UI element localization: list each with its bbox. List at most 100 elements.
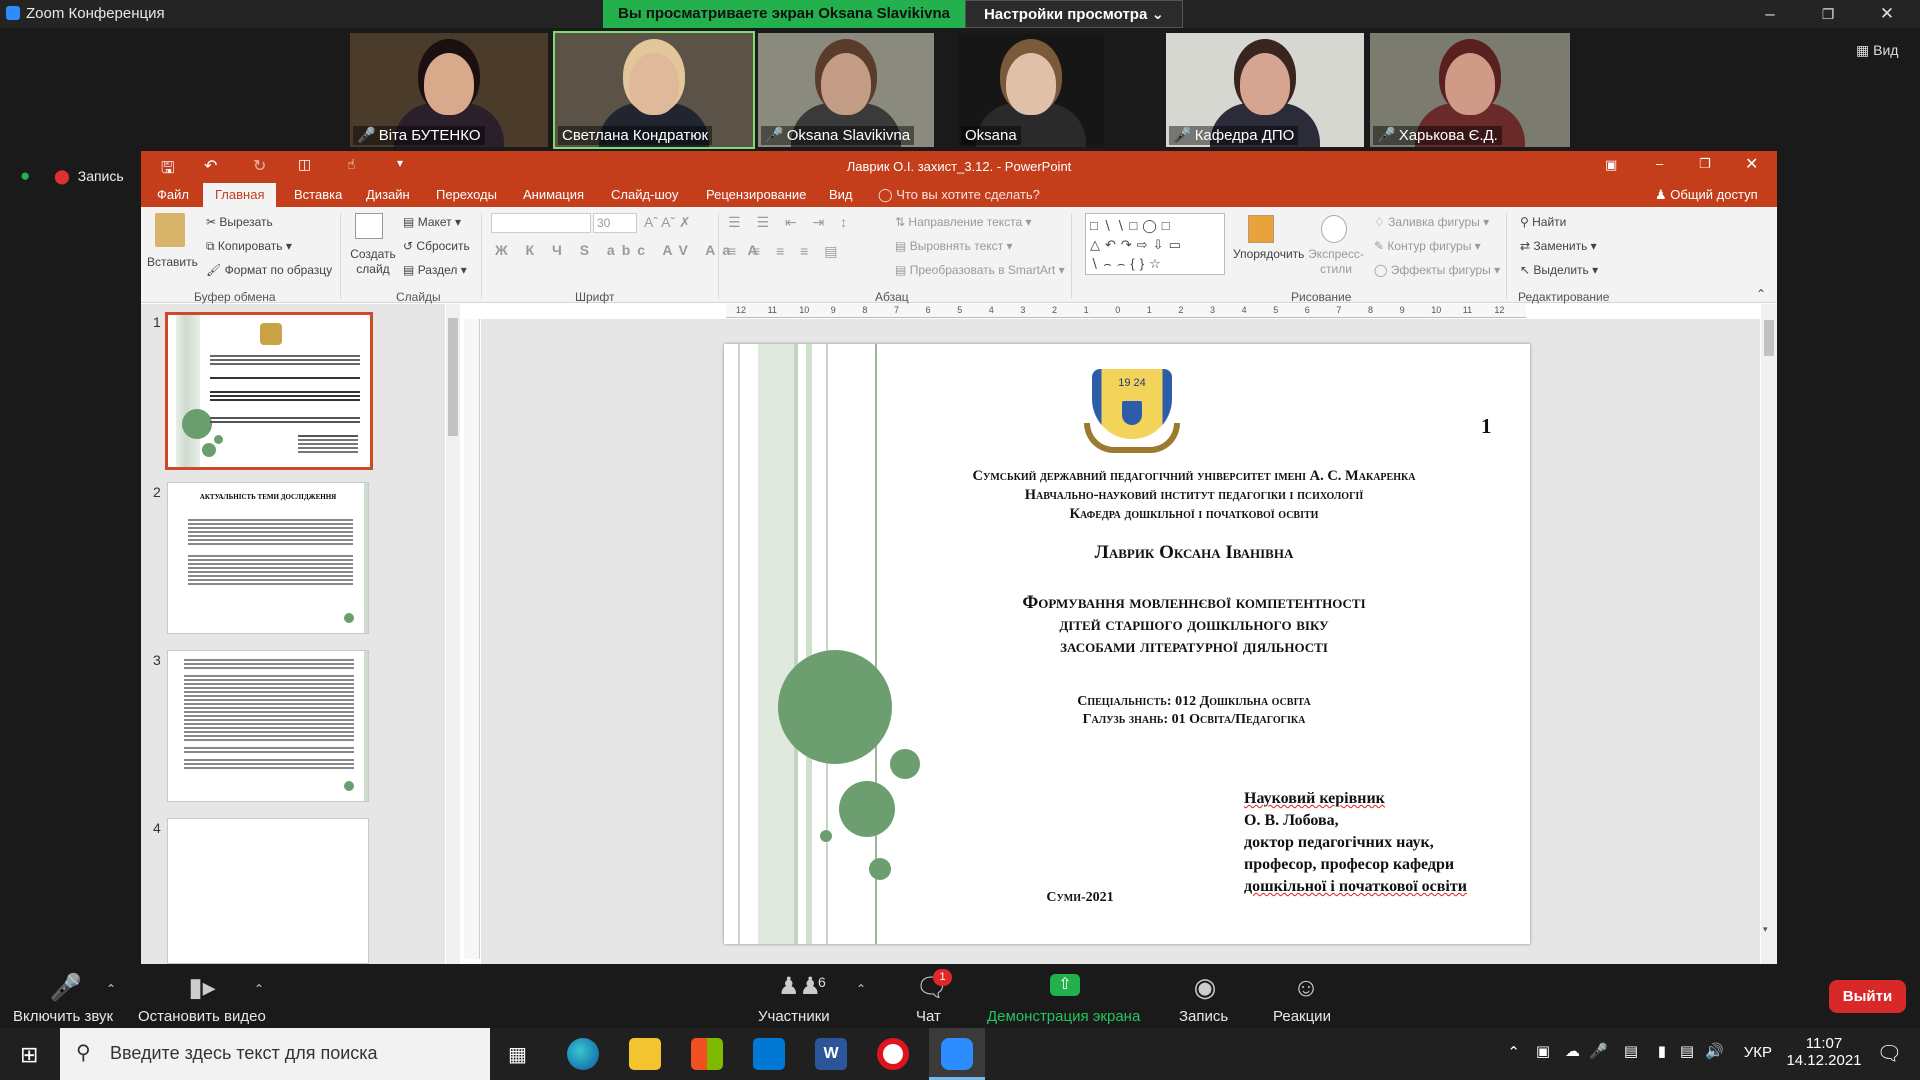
ppt-minimize-icon[interactable]: –	[1656, 156, 1663, 171]
mic-muted-icon[interactable]: 🎤	[48, 972, 84, 1003]
collapse-ribbon-icon[interactable]: ⌃	[1756, 287, 1766, 301]
wifi-icon[interactable]: ▤	[1680, 1042, 1694, 1060]
tab-file[interactable]: Файл	[157, 187, 189, 202]
word-icon[interactable]: W	[815, 1038, 847, 1070]
arrange-icon[interactable]	[1248, 215, 1274, 243]
tab-transitions[interactable]: Переходы	[436, 187, 497, 202]
ppt-restore-icon[interactable]: ❐	[1699, 156, 1711, 172]
quick-styles-button[interactable]: Экспресс-стили	[1306, 247, 1366, 277]
slide-thumbnail-4[interactable]	[167, 818, 369, 964]
reset-button[interactable]: ↺ Сбросить	[403, 239, 470, 253]
font-grow-icon[interactable]: Aˆ Aˇ ✗	[644, 214, 691, 231]
tray-chevron-icon[interactable]: ⌃	[1507, 1043, 1520, 1061]
language-indicator[interactable]: УКР	[1744, 1044, 1772, 1061]
record-icon[interactable]: ◉	[1190, 972, 1220, 1003]
tab-animations[interactable]: Анимация	[523, 187, 584, 202]
paste-icon[interactable]	[155, 213, 185, 247]
chevron-up-icon[interactable]: ⌃	[856, 982, 866, 996]
shapes-gallery[interactable]: □∖∖□◯□ △↶↷⇨⇩▭ ∖⌢⌢{}☆	[1085, 213, 1225, 275]
shape-outline-button[interactable]: ✎ Контур фигуры ▾	[1374, 239, 1481, 253]
slide-thumbnail-1[interactable]	[165, 312, 373, 470]
shape-fill-button[interactable]: ♢ Заливка фигуры ▾	[1374, 215, 1489, 229]
tab-design[interactable]: Дизайн	[366, 187, 410, 202]
participant-tile[interactable]: Светлана Кондратюк	[553, 31, 755, 149]
microphone-icon[interactable]: 🎤	[1589, 1042, 1608, 1060]
meet-now-icon[interactable]: ▣	[1536, 1042, 1550, 1060]
mail-icon[interactable]	[753, 1038, 785, 1070]
task-view-icon[interactable]: ▦	[508, 1042, 527, 1067]
restore-icon[interactable]: ❐	[1803, 0, 1853, 28]
cut-button[interactable]: ✂ Вырезать	[206, 215, 273, 229]
share-button[interactable]: ♟ Общий доступ	[1655, 187, 1758, 203]
tab-insert[interactable]: Вставка	[294, 187, 342, 202]
ppt-close-icon[interactable]: ✕	[1745, 154, 1758, 174]
list-buttons[interactable]: ☰ ☰ ⇤ ⇥ ↕	[728, 214, 853, 231]
chat-button[interactable]: Чат	[916, 1008, 941, 1025]
clock[interactable]: 11:07 14.12.2021	[1784, 1035, 1864, 1069]
reaction-icon[interactable]: ☺	[1291, 972, 1321, 1003]
new-slide-button[interactable]: Создать слайд	[348, 247, 398, 277]
align-text-button[interactable]: ▤ Выровнять текст ▾	[895, 239, 1013, 253]
participants-button[interactable]: Участники	[758, 1008, 830, 1025]
participant-tile[interactable]: 🎤 Oksana Slavikivna	[758, 33, 934, 147]
tab-home[interactable]: Главная	[203, 183, 277, 207]
notifications-icon[interactable]: 🗨	[1877, 1041, 1902, 1066]
zoom-taskbar-item[interactable]	[929, 1028, 985, 1080]
opera-icon[interactable]	[877, 1038, 909, 1070]
thumbs-scrollbar[interactable]	[446, 304, 460, 964]
onedrive-icon[interactable]: ☁	[1565, 1042, 1580, 1060]
font-name-input[interactable]	[491, 213, 591, 233]
ribbon-display-icon[interactable]: ▣	[1605, 157, 1617, 173]
copy-button[interactable]: ⧉ Копировать ▾	[206, 239, 292, 254]
participants-icon[interactable]: ♟♟	[778, 972, 821, 1001]
slide-thumbnail-2[interactable]: АКТУАЛЬНІСТЬ ТЕМИ ДОСЛІДЖЕННЯ	[167, 482, 369, 634]
store-icon[interactable]	[691, 1038, 723, 1070]
participant-tile[interactable]: 🎤 Харькова Є.Д.	[1370, 33, 1570, 147]
unmute-button[interactable]: Включить звук	[13, 1008, 113, 1025]
edge-icon[interactable]	[567, 1038, 599, 1070]
view-settings-button[interactable]: Настройки просмотра ⌄	[965, 0, 1183, 28]
slide-canvas[interactable]: 19 24 1 Сумський державний педагогічний …	[724, 344, 1530, 944]
section-button[interactable]: ▤ Раздел ▾	[403, 263, 467, 277]
file-explorer-icon[interactable]	[629, 1038, 661, 1070]
participant-tile[interactable]: Oksana	[958, 33, 1104, 147]
tab-slideshow[interactable]: Слайд-шоу	[611, 187, 678, 202]
font-size-input[interactable]: 30	[593, 213, 637, 233]
participant-tile[interactable]: 🎤 Кафедра ДПО	[1166, 33, 1364, 147]
volume-icon[interactable]: 🔊	[1705, 1042, 1724, 1060]
windows-start-icon[interactable]: ⊞	[20, 1042, 38, 1068]
share-screen-button[interactable]: Демонстрация экрана	[987, 1008, 1140, 1025]
close-icon[interactable]: ✕	[1862, 0, 1912, 28]
find-button[interactable]: ⚲ Найти	[1520, 215, 1566, 229]
text-direction-button[interactable]: ⇅ Направление текста ▾	[895, 215, 1032, 229]
select-button[interactable]: ↖ Выделить ▾	[1520, 263, 1598, 277]
video-camera-icon[interactable]: ▮▸	[184, 972, 220, 1003]
slide-scrollbar[interactable]: ▾	[1761, 304, 1777, 964]
chevron-up-icon[interactable]: ⌃	[254, 982, 264, 996]
new-slide-icon[interactable]	[355, 213, 383, 239]
participant-tile[interactable]: 🎤 Віта БУТЕНКО	[350, 33, 548, 147]
reactions-button[interactable]: Реакции	[1273, 1008, 1331, 1025]
arrange-button[interactable]: Упорядочить	[1233, 247, 1304, 261]
font-style-buttons[interactable]: Ж К Ч S abc AV Aa A	[495, 242, 765, 258]
slide-thumbnail-3[interactable]	[167, 650, 369, 802]
stop-video-button[interactable]: Остановить видео	[138, 1008, 266, 1025]
leave-button[interactable]: Выйти	[1829, 980, 1906, 1013]
paste-button[interactable]: Вставить	[147, 255, 198, 269]
taskbar-search[interactable]: ⚲ Введите здесь текст для поиска	[60, 1028, 490, 1080]
battery-icon[interactable]: ▮	[1658, 1042, 1666, 1060]
tell-me-box[interactable]: ◯ Что вы хотите сделать?	[878, 187, 1040, 203]
layout-button[interactable]: ▤ Макет ▾	[403, 215, 461, 229]
quick-styles-icon[interactable]	[1321, 215, 1347, 243]
tab-review[interactable]: Рецензирование	[706, 187, 806, 202]
shape-effects-button[interactable]: ◯ Эффекты фигуры ▾	[1374, 263, 1500, 277]
tab-view[interactable]: Вид	[829, 187, 853, 202]
chevron-up-icon[interactable]: ⌃	[106, 982, 116, 996]
share-screen-icon[interactable]: ⇧	[1050, 974, 1080, 996]
align-buttons[interactable]: ≡ ≡ ≡ ≡ ▤	[728, 243, 843, 260]
view-button[interactable]: ▦ Вид	[1856, 42, 1898, 59]
smartart-button[interactable]: ▤ Преобразовать в SmartArt ▾	[895, 263, 1065, 277]
network-icon[interactable]: ▤	[1624, 1042, 1638, 1060]
replace-button[interactable]: ⇄ Заменить ▾	[1520, 239, 1597, 253]
format-painter-button[interactable]: 🖌 Формат по образцу	[206, 263, 332, 277]
